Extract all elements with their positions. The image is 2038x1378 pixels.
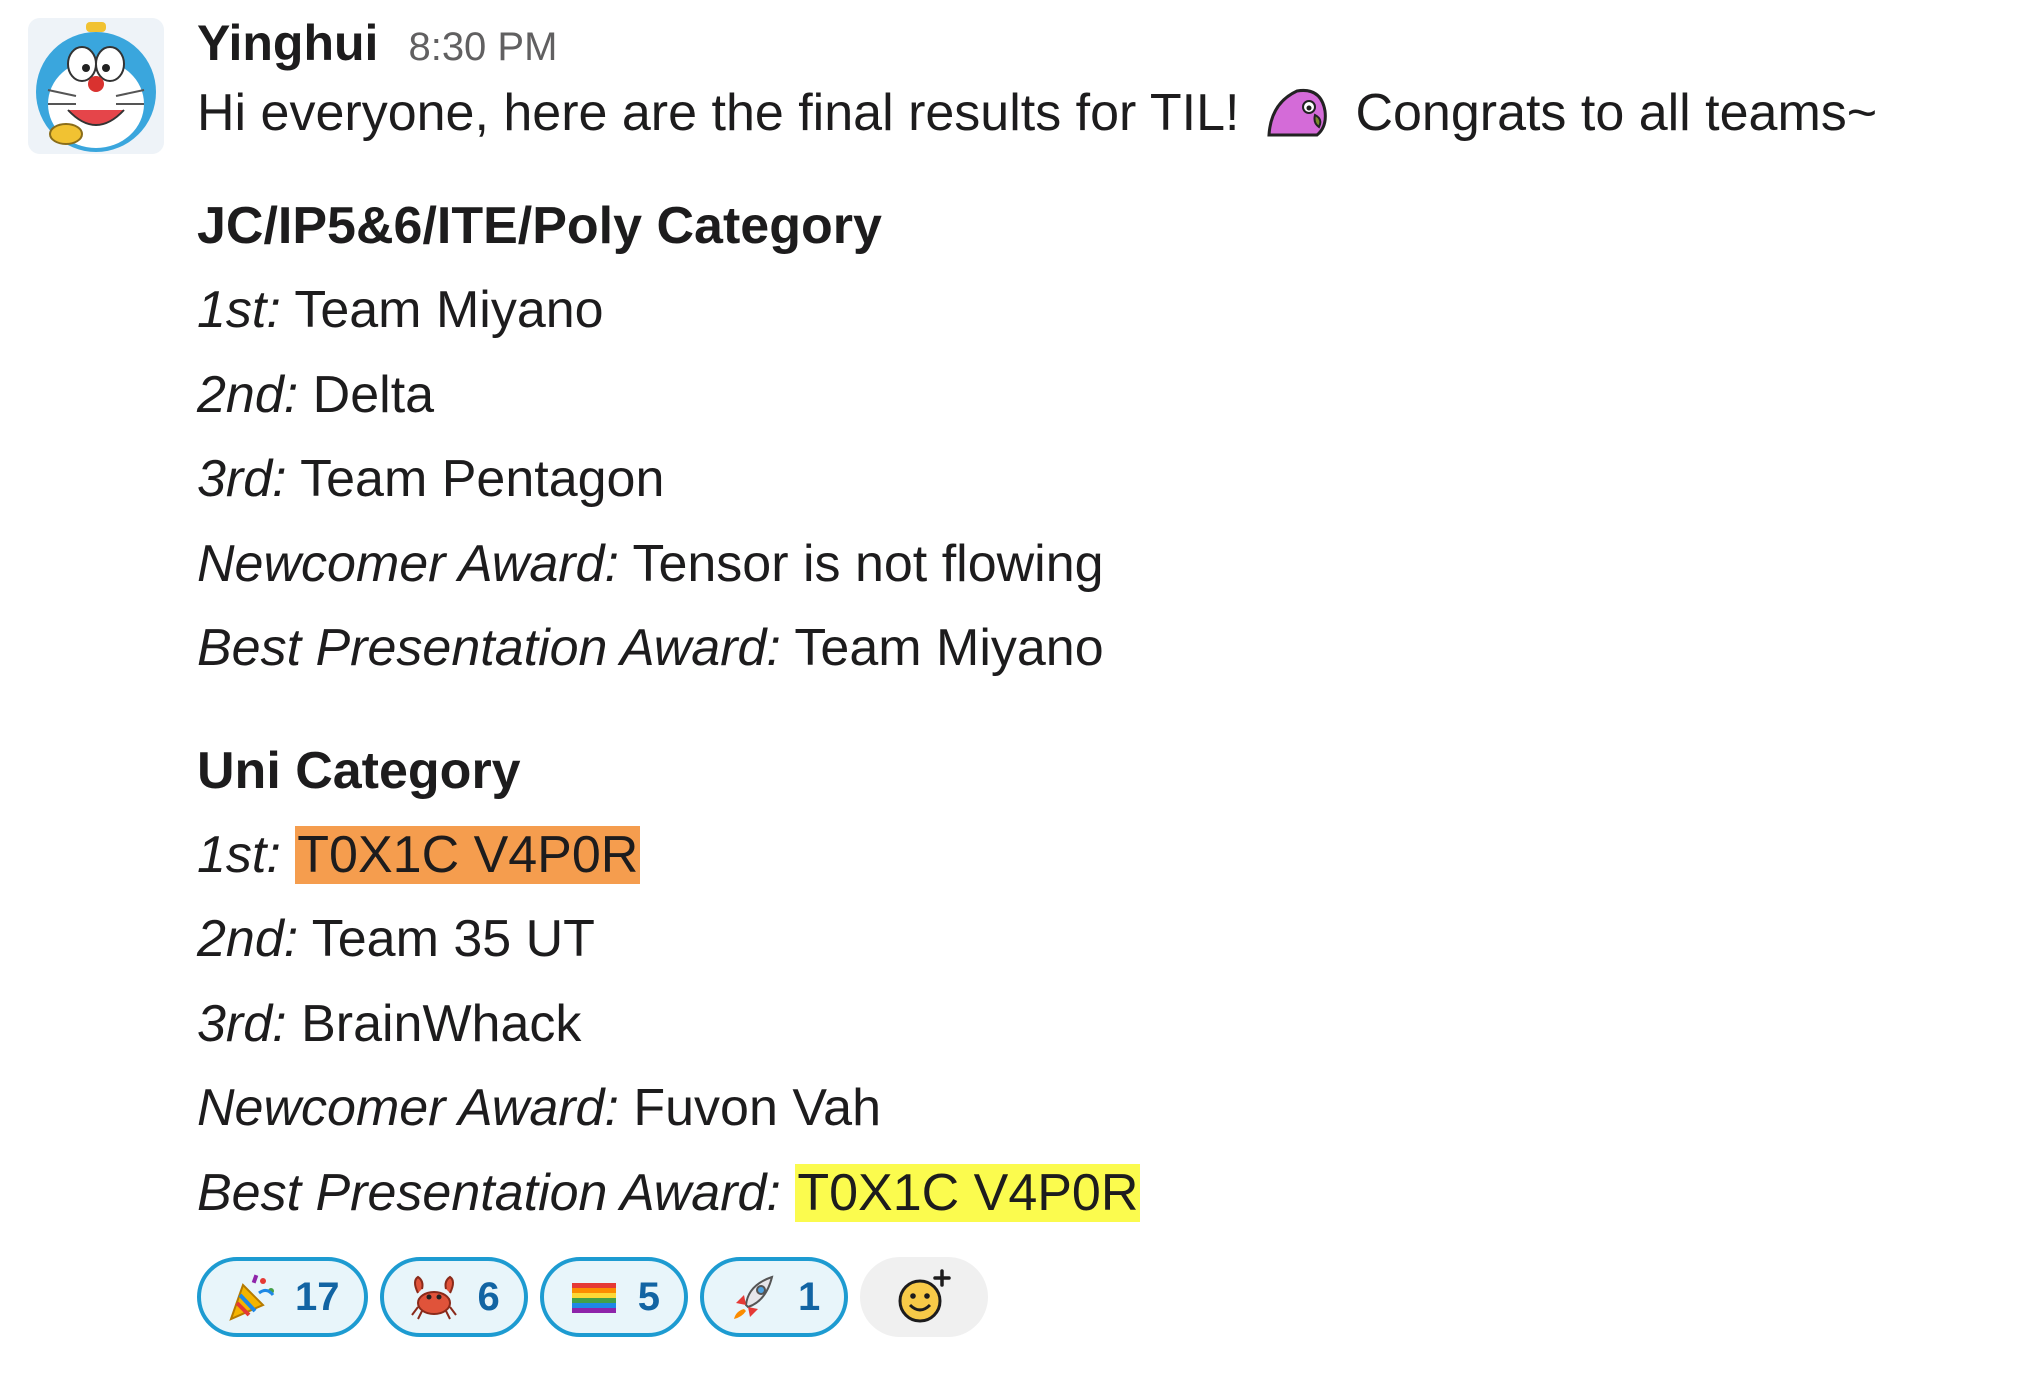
result-label: 3rd: — [197, 450, 287, 508]
result-line: Newcomer Award: Fuvon Vah — [197, 1066, 1998, 1151]
section-jc-category: JC/IP5&6/ITE/Poly Category 1st: Team Miy… — [197, 184, 1998, 691]
result-label: Newcomer Award: — [197, 1079, 619, 1137]
result-value-highlighted: T0X1C V4P0R — [795, 1163, 1141, 1222]
reaction-count: 5 — [637, 1274, 660, 1319]
crab-icon — [408, 1271, 460, 1323]
result-label: 1st: — [197, 281, 281, 339]
rocket-icon — [728, 1271, 780, 1323]
add-reaction-icon — [898, 1269, 951, 1323]
result-line: 2nd: Delta — [197, 353, 1998, 438]
timestamp[interactable]: 8:30 PM — [408, 25, 557, 70]
message-content: Yinghui 8:30 PM Hi everyone, here are th… — [197, 14, 1998, 1337]
result-line: Best Presentation Award: Team Miyano — [197, 606, 1998, 691]
message-intro: Hi everyone, here are the final results … — [197, 80, 1998, 146]
reaction-count: 6 — [477, 1274, 500, 1319]
reaction-count: 17 — [295, 1274, 340, 1319]
reaction-count: 1 — [798, 1274, 821, 1319]
result-label: 3rd: — [197, 994, 287, 1053]
party-parrot-emoji-icon — [1261, 83, 1333, 143]
result-label: 1st: — [197, 825, 281, 884]
intro-congrats-text: Congrats to all teams~ — [1355, 84, 1878, 142]
result-label: 2nd: — [197, 365, 299, 424]
result-line: 1st: Team Miyano — [197, 268, 1998, 353]
result-line: 3rd: Team Pentagon — [197, 437, 1998, 522]
rainbow-flag-icon — [568, 1271, 620, 1323]
result-value: Team Miyano — [794, 619, 1104, 677]
section-title: Uni Category — [197, 741, 521, 800]
result-label: Best Presentation Award: — [197, 619, 781, 677]
result-line: Best Presentation Award: T0X1C V4P0R — [197, 1151, 1998, 1236]
avatar[interactable] — [28, 18, 164, 154]
result-value: BrainWhack — [301, 994, 582, 1053]
result-line: 1st: T0X1C V4P0R — [197, 813, 1998, 898]
reaction-rocket[interactable]: 1 — [700, 1257, 849, 1337]
reactions-bar: 17 6 5 1 — [197, 1257, 1998, 1337]
section-uni-category: Uni Category 1st: T0X1C V4P0R 2nd: Team … — [197, 729, 1998, 1236]
result-label: Newcomer Award: — [197, 534, 619, 593]
result-value: Fuvon Vah — [633, 1079, 882, 1137]
reaction-party-popper[interactable]: 17 — [197, 1257, 368, 1337]
message-header: Yinghui 8:30 PM — [197, 14, 1998, 80]
message: Yinghui 8:30 PM Hi everyone, here are th… — [0, 0, 2038, 1378]
party-popper-icon — [225, 1271, 277, 1323]
username[interactable]: Yinghui — [197, 14, 378, 72]
doraemon-avatar-icon — [28, 18, 164, 154]
reaction-crab[interactable]: 6 — [379, 1257, 528, 1337]
result-line: Newcomer Award: Tensor is not flowing — [197, 522, 1998, 607]
result-value: Team Miyano — [294, 281, 604, 339]
result-label: 2nd: — [197, 910, 299, 968]
result-value: Delta — [312, 365, 435, 424]
intro-text: Hi everyone, here are the final results … — [197, 84, 1240, 142]
result-value: Team 35 UT — [311, 910, 595, 968]
result-label: Best Presentation Award: — [197, 1163, 781, 1222]
result-line: 3rd: BrainWhack — [197, 982, 1998, 1067]
reaction-rainbow-flag[interactable]: 5 — [539, 1257, 688, 1337]
result-value: Team Pentagon — [300, 450, 665, 508]
result-value-highlighted: T0X1C V4P0R — [295, 825, 641, 884]
result-value: Tensor is not flowing — [632, 534, 1104, 593]
result-line: 2nd: Team 35 UT — [197, 897, 1998, 982]
add-reaction-button[interactable] — [860, 1257, 989, 1337]
section-title: JC/IP5&6/ITE/Poly Category — [197, 197, 882, 255]
